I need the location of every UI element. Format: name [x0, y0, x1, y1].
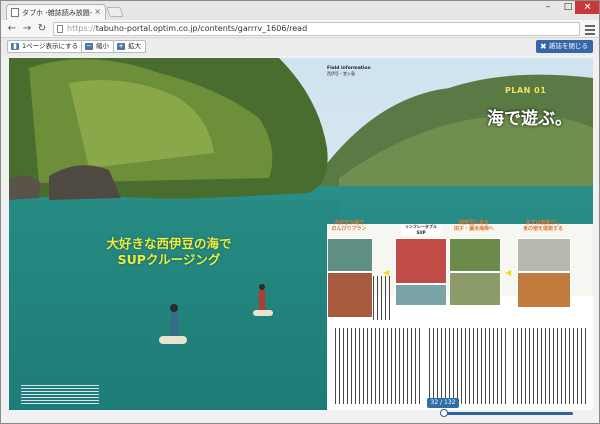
speech-bubble: インフレータブルSUP: [401, 224, 441, 236]
caption-4: まずは前乗りし 食の宿を堪能する: [515, 220, 571, 232]
zoom-out-label: 縮小: [96, 42, 109, 50]
headline-line1: 大好きな西伊豆の海で: [106, 236, 232, 251]
page-slider-handle[interactable]: [440, 409, 448, 417]
body-text-column-3: [513, 328, 587, 404]
caption-3: 西伊豆にある 田子・瀬浜海岸へ: [449, 220, 499, 232]
body-text-column-1: [335, 328, 423, 404]
field-info-sub: 西伊豆・堂ヶ島: [327, 71, 355, 76]
browser-toolbar: ← → ↻ https://tabuho-portal.optim.co.jp/…: [1, 20, 599, 38]
arrow-left-icon-2: ◀: [505, 268, 512, 277]
caption-3-line2: 田子・瀬浜海岸へ: [453, 226, 494, 232]
photo-thumb-3: [395, 238, 447, 284]
plan-label: PLAN 01: [505, 86, 547, 95]
magazine-spread[interactable]: 大好きな西伊豆の海で SUPクルージング Field information 西…: [9, 58, 593, 410]
field-info: Field information 西伊豆・堂ヶ島: [327, 66, 395, 77]
photo-thumb-6: [449, 272, 501, 306]
page-counter: 32 / 132: [427, 398, 459, 408]
url-text: tabuho-portal.optim.co.jp/contents/garrr…: [95, 24, 308, 33]
tab-close-icon[interactable]: ×: [94, 7, 101, 16]
close-x-icon: ✖: [540, 42, 547, 51]
photo-thumb-5: [449, 238, 501, 272]
forward-arrow-icon[interactable]: →: [21, 23, 33, 35]
caption-4-line2: 食の宿を堪能する: [522, 226, 563, 232]
zoom-out-button[interactable]: − 縮小: [81, 40, 114, 53]
reload-icon[interactable]: ↻: [36, 23, 48, 35]
single-page-button[interactable]: ▮ 1ページ表示にする: [7, 40, 84, 53]
side-text-column: [373, 276, 393, 320]
close-window-button[interactable]: ×: [575, 1, 599, 14]
photo-thumb-7: [517, 238, 571, 272]
close-magazine-button[interactable]: ✖ 雑誌を閉じる: [536, 40, 593, 53]
minimize-button[interactable]: –: [537, 1, 559, 14]
page-icon: [57, 25, 63, 33]
browser-menu-icon[interactable]: [585, 23, 595, 35]
new-tab-button[interactable]: [106, 7, 124, 17]
section-title: 海で遊ぶ。: [487, 109, 572, 129]
caption-1-line2: のんびりプラン: [331, 226, 367, 232]
zoom-in-label: 拡大: [128, 42, 141, 50]
photo-thumb-8: [517, 272, 571, 308]
tab-title: タブホ -雑誌読み放題-: [22, 9, 93, 17]
single-page-icon: ▮: [11, 43, 19, 50]
page-favicon-icon: [11, 8, 19, 17]
close-magazine-label: 雑誌を閉じる: [549, 42, 588, 50]
headline-line2: SUPクルージング: [117, 252, 221, 267]
photo-thumb-4: [395, 284, 447, 306]
zoom-out-icon: −: [85, 42, 93, 50]
headline: 大好きな西伊豆の海で SUPクルージング: [69, 236, 269, 268]
body-text-column-2: [429, 328, 507, 404]
browser-window: タブホ -雑誌読み放題- × – □ × ← → ↻ https://tabuh…: [0, 0, 600, 424]
single-page-label: 1ページ表示にする: [22, 42, 79, 50]
address-bar[interactable]: https://tabuho-portal.optim.co.jp/conten…: [53, 22, 580, 36]
photo-thumb-2: [327, 272, 373, 318]
tab-strip: タブホ -雑誌読み放題- × – □ ×: [1, 1, 599, 20]
page-slider-track[interactable]: [443, 412, 573, 415]
back-arrow-icon[interactable]: ←: [6, 23, 18, 35]
url-scheme: https://: [67, 24, 96, 33]
zoom-in-icon: +: [117, 42, 125, 50]
photo-thumb-1: [327, 238, 373, 272]
tab-tabuho[interactable]: タブホ -雑誌読み放題- ×: [6, 4, 106, 20]
photo-credit-text: [21, 384, 99, 404]
zoom-in-button[interactable]: + 拡大: [113, 40, 146, 53]
caption-1: 大好きな海で のんびりプラン: [327, 220, 371, 232]
viewer-toolbar: ▮ 1ページ表示にする − 縮小 + 拡大 ✖ 雑誌を閉じる: [1, 38, 599, 56]
